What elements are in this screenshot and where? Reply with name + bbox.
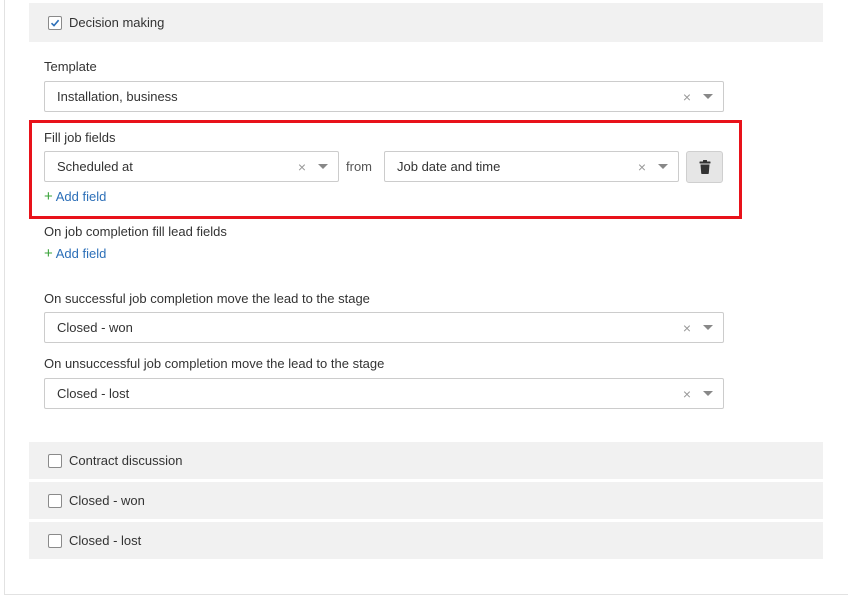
clear-icon[interactable]: ×	[679, 89, 695, 105]
stage-contract-discussion[interactable]: Contract discussion	[29, 442, 823, 479]
checkmark-icon	[50, 19, 60, 27]
source-field-select[interactable]: Job date and time ×	[384, 151, 679, 182]
template-select[interactable]: Installation, business ×	[44, 81, 724, 112]
trash-icon	[699, 160, 710, 174]
add-field-label: Add field	[55, 189, 107, 204]
fill-job-fields-label: Fill job fields	[44, 130, 116, 145]
stage-checkbox[interactable]	[48, 453, 62, 468]
chevron-down-icon[interactable]	[703, 325, 713, 330]
success-stage-value: Closed - won	[57, 320, 133, 335]
clear-icon[interactable]: ×	[294, 159, 310, 175]
stage-closed-lost[interactable]: Closed - lost	[29, 522, 823, 559]
stage-checkbox[interactable]	[48, 493, 62, 508]
template-value: Installation, business	[57, 89, 178, 104]
source-field-value: Job date and time	[397, 159, 501, 174]
chevron-down-icon[interactable]	[703, 94, 713, 99]
fail-stage-value: Closed - lost	[57, 386, 130, 401]
success-stage-select[interactable]: Closed - won ×	[44, 312, 724, 343]
from-text: from	[346, 159, 372, 174]
stage-checkbox[interactable]	[48, 533, 62, 548]
delete-field-button[interactable]	[686, 151, 723, 183]
chevron-down-icon[interactable]	[658, 164, 668, 169]
stage-label: Contract discussion	[69, 453, 183, 468]
fail-stage-select[interactable]: Closed - lost ×	[44, 378, 724, 409]
job-field-select[interactable]: Scheduled at ×	[44, 151, 339, 182]
chevron-down-icon[interactable]	[703, 391, 713, 396]
clear-icon[interactable]: ×	[634, 159, 650, 175]
success-stage-label: On successful job completion move the le…	[44, 291, 370, 306]
add-job-field-button[interactable]: + Add field	[44, 189, 106, 204]
stage-label: Decision making	[69, 15, 165, 30]
add-field-label: Add field	[55, 246, 107, 261]
stage-label: Closed - won	[69, 493, 145, 508]
add-lead-field-button[interactable]: + Add field	[44, 246, 106, 261]
stage-label: Closed - lost	[69, 533, 142, 548]
clear-icon[interactable]: ×	[679, 386, 695, 402]
fail-stage-label: On unsuccessful job completion move the …	[44, 356, 385, 371]
stage-decision-making[interactable]: Decision making	[29, 3, 823, 42]
plus-icon: +	[44, 245, 53, 262]
job-field-value: Scheduled at	[57, 159, 133, 174]
plus-icon: +	[44, 188, 53, 205]
chevron-down-icon[interactable]	[318, 164, 328, 169]
stage-checkbox-checked[interactable]	[48, 15, 62, 30]
template-label: Template	[44, 59, 97, 74]
clear-icon[interactable]: ×	[679, 320, 695, 336]
stage-closed-won[interactable]: Closed - won	[29, 482, 823, 519]
completion-fill-label: On job completion fill lead fields	[44, 224, 227, 239]
